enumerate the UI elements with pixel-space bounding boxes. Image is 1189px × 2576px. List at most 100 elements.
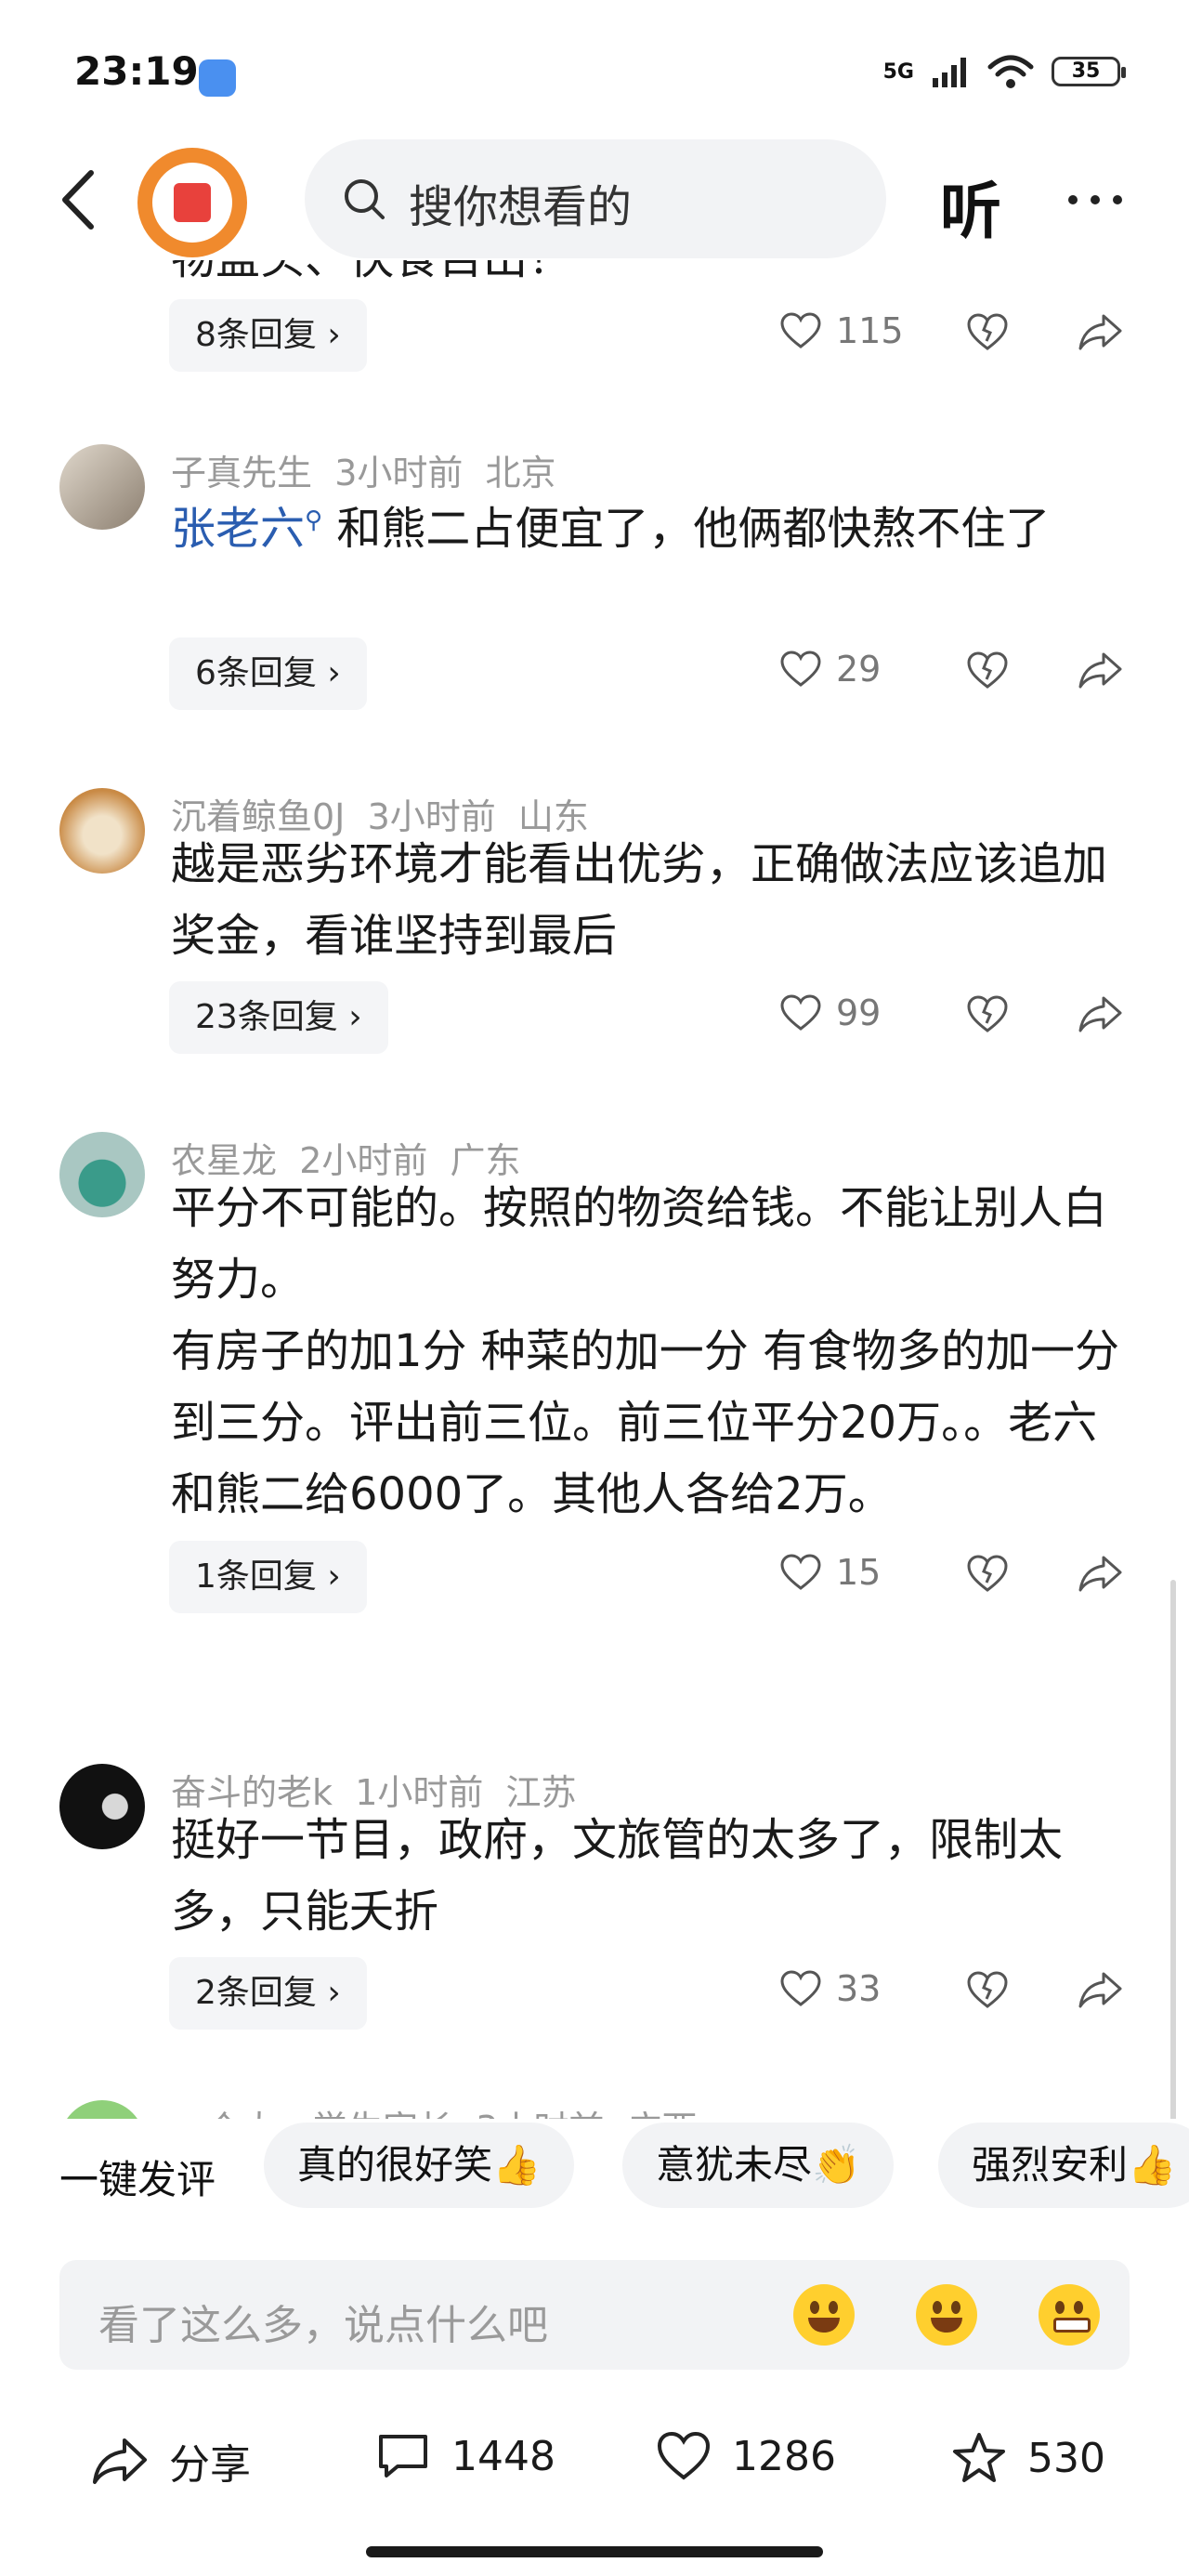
heart-icon	[780, 312, 821, 348]
like-count: 115	[836, 310, 904, 351]
user-avatar[interactable]	[59, 444, 145, 530]
network-type: 5G	[882, 59, 914, 84]
status-time: 23:19	[74, 48, 199, 94]
like-button[interactable]: 115	[780, 310, 904, 351]
comment-list: 物盖头、快食目出！ 8条回复 › 115 子真先生 3小时前 北京 张老六⚲ 和…	[0, 260, 1189, 2119]
comment-input[interactable]: 看了这么多，说点什么吧	[59, 2260, 1130, 2370]
comment-actions: 99	[780, 981, 1133, 1054]
comment-text: 平分不可能的。按照的物资给钱。不能让别人白努力。 有房子的加1分 种菜的加一分 …	[171, 1173, 1128, 1531]
view-replies-button[interactable]: 23条回复 ›	[169, 981, 388, 1054]
comment-location: 广西	[627, 2109, 698, 2119]
comment-text: 张老六⚲ 和熊二占便宜了，他俩都快熬不住了	[171, 503, 1051, 555]
comment-paragraph: 平分不可能的。按照的物资给钱。不能让别人白努力。	[171, 1182, 1108, 1306]
search-placeholder: 搜你想看的	[409, 181, 633, 233]
like-button[interactable]: 99	[780, 992, 881, 1033]
search-bar[interactable]: 搜你想看的	[305, 139, 886, 258]
like-button[interactable]: 29	[780, 649, 881, 690]
signal-icon	[933, 58, 966, 87]
comment-item: 沉着鲸鱼0J 3小时前 山东 越是恶劣环境才能看出优劣，正确做法应该追加奖金，看…	[0, 788, 1189, 1141]
channel-logo[interactable]	[137, 148, 247, 257]
user-avatar[interactable]	[59, 2100, 145, 2119]
like-count: 29	[836, 649, 882, 690]
comment-text: 物盖头、快食目出！	[171, 260, 1128, 295]
search-mention-icon: ⚲	[305, 506, 323, 534]
comment-paragraph: 有房子的加1分 种菜的加一分 有食物多的加一分到三分。评出前三位。前三位平分20…	[171, 1325, 1120, 1520]
like-count: 15	[836, 1552, 882, 1593]
comment-item: 物盖头、快食目出！ 8条回复 › 115	[0, 260, 1189, 409]
back-arrow-icon[interactable]	[52, 167, 108, 232]
comment-actions: 33	[780, 1957, 1133, 2030]
share-icon[interactable]	[1078, 1970, 1124, 2009]
comment-item: 奋斗的老k 1小时前 江苏 挺好一节目，政府，文旅管的太多了，限制太多，只能夭折…	[0, 1764, 1189, 2117]
star-icon	[953, 2433, 1005, 2482]
author-name[interactable]: 一个大一学生家长	[171, 2109, 453, 2119]
user-avatar[interactable]	[59, 788, 145, 874]
share-icon[interactable]	[1078, 994, 1124, 1033]
comment-input-placeholder: 看了这么多，说点什么吧	[98, 2302, 548, 2349]
comment-bubble-icon	[379, 2435, 427, 2477]
quick-comment-chip[interactable]: 真的很好笑👍	[264, 2123, 575, 2208]
home-indicator[interactable]	[366, 2546, 823, 2557]
comment-text: 挺好一节目，政府，文旅管的太多了，限制太多，只能夭折	[171, 1814, 1064, 1938]
status-indicators: 5G 35	[882, 54, 1126, 89]
share-icon[interactable]	[1078, 312, 1124, 351]
share-label: 分享	[169, 2441, 251, 2489]
scrollbar[interactable]	[1170, 1580, 1176, 2128]
top-nav: 搜你想看的 听	[0, 139, 1189, 260]
comment-time: 3小时前	[476, 2109, 604, 2119]
like-count: 33	[836, 1968, 882, 2009]
quick-comment-chip[interactable]: 强烈安利👍	[938, 2123, 1189, 2208]
wifi-icon	[987, 55, 1034, 88]
comment-meta: 一个大一学生家长 3小时前 广西	[171, 2100, 698, 2119]
share-icon[interactable]	[1078, 651, 1124, 690]
quick-comment-label: 一键发评	[59, 2157, 216, 2202]
like-count: 99	[836, 992, 882, 1033]
app-notification-icon	[199, 59, 236, 97]
broken-heart-icon[interactable]	[966, 1554, 1009, 1593]
user-avatar[interactable]	[59, 1764, 145, 1849]
broken-heart-icon[interactable]	[966, 994, 1009, 1033]
view-replies-button[interactable]: 1条回复 ›	[169, 1541, 367, 1613]
comment-actions: 115	[780, 299, 1133, 372]
heart-icon	[780, 1554, 821, 1590]
view-replies-button[interactable]: 2条回复 ›	[169, 1957, 367, 2030]
comment-text: 越是恶劣环境才能看出优劣，正确做法应该追加奖金，看谁坚持到最后	[171, 838, 1108, 962]
heart-icon	[780, 651, 821, 687]
quick-comment-bar: 一键发评 真的很好笑👍 意犹未尽👏 强烈安利👍	[0, 2119, 1189, 2230]
heart-icon	[780, 1970, 821, 2006]
comment-actions: 29	[780, 637, 1133, 710]
battery-indicator: 35	[1052, 57, 1126, 86]
quick-comment-chip[interactable]: 意犹未尽👏	[622, 2123, 895, 2208]
listen-button[interactable]: 听	[940, 162, 1001, 251]
heart-icon	[657, 2431, 711, 2480]
more-options-icon[interactable]	[1068, 195, 1122, 204]
search-icon	[345, 179, 385, 219]
user-avatar[interactable]	[59, 1132, 145, 1217]
comments-button[interactable]: 1448	[375, 2431, 555, 2481]
comment-actions: 15	[780, 1541, 1133, 1613]
share-icon	[93, 2438, 147, 2484]
broken-heart-icon[interactable]	[966, 1970, 1009, 2009]
like-button[interactable]: 15	[780, 1552, 881, 1593]
like-article-button[interactable]: 1286	[656, 2431, 836, 2481]
favorite-button[interactable]: 530	[951, 2431, 1105, 2485]
red-bag-icon	[174, 183, 211, 222]
share-button[interactable]: 分享	[91, 2431, 251, 2491]
favorite-count: 530	[1027, 2434, 1105, 2482]
like-button[interactable]: 33	[780, 1968, 881, 2009]
share-icon[interactable]	[1078, 1554, 1124, 1593]
laughing-crying-emoji-icon[interactable]	[793, 2284, 855, 2346]
grimacing-emoji-icon[interactable]	[1039, 2284, 1100, 2346]
mention-link[interactable]: 张老六	[171, 503, 305, 555]
like-count: 1286	[732, 2432, 836, 2480]
view-replies-button[interactable]: 8条回复 ›	[169, 299, 367, 372]
status-bar: 23:19 5G 35	[0, 0, 1189, 139]
view-replies-button[interactable]: 6条回复 ›	[169, 637, 367, 710]
comment-item: 一个大一学生家长 3小时前 广西	[0, 2100, 1189, 2119]
grinning-squint-emoji-icon[interactable]	[916, 2284, 977, 2346]
broken-heart-icon[interactable]	[966, 312, 1009, 351]
heart-icon	[780, 994, 821, 1031]
comment-item: 农星龙 2小时前 广东 平分不可能的。按照的物资给钱。不能让别人白努力。 有房子…	[0, 1132, 1189, 1708]
comment-item: 子真先生 3小时前 北京 张老六⚲ 和熊二占便宜了，他俩都快熬不住了 6条回复 …	[0, 444, 1189, 797]
broken-heart-icon[interactable]	[966, 651, 1009, 690]
